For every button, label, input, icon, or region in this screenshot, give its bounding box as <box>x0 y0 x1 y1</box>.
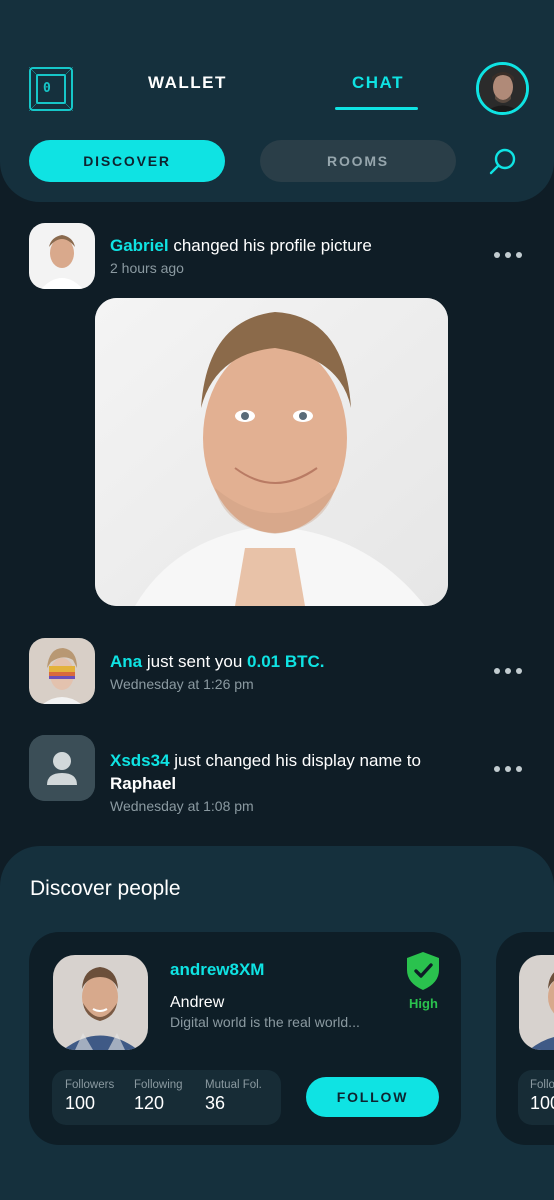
new-display-name: Raphael <box>110 774 177 793</box>
feed-text: Ana just sent you 0.01 BTC. <box>110 650 325 673</box>
card-display-name: Andrew <box>170 994 225 1011</box>
card-username[interactable]: andrew8XM <box>170 960 264 980</box>
search-icon[interactable] <box>488 146 518 176</box>
active-tab-indicator <box>335 107 418 110</box>
post-image[interactable] <box>95 298 448 606</box>
tab-chat[interactable]: CHAT <box>352 73 404 93</box>
feed-message: changed his profile picture <box>173 236 372 255</box>
stat-value: 100 <box>65 1093 96 1113</box>
stat-label: Follo <box>530 1079 554 1091</box>
follow-button[interactable]: FOLLOW <box>306 1077 439 1117</box>
stat-followers: Followers 100 <box>65 1079 114 1114</box>
feed-user-name[interactable]: Xsds34 <box>110 751 170 770</box>
feed-user-name[interactable]: Gabriel <box>110 236 169 255</box>
more-options-icon[interactable] <box>494 766 522 772</box>
stat-label: Mutual Fol. <box>205 1079 262 1091</box>
stat-following: Following 120 <box>134 1079 183 1114</box>
stat-value: 36 <box>205 1093 226 1113</box>
avatar-next-person[interactable] <box>519 955 554 1050</box>
filter-discover[interactable]: DISCOVER <box>29 140 225 182</box>
filter-rooms[interactable]: ROOMS <box>260 140 456 182</box>
discover-title: Discover people <box>30 877 181 900</box>
stat-mutual: Mutual Fol. 36 <box>205 1079 262 1114</box>
card-bio: Digital world is the real world... <box>170 1014 360 1030</box>
stat-label: Following <box>134 1079 183 1091</box>
avatar-placeholder-xsds34[interactable] <box>29 735 95 801</box>
stat-label: Followers <box>65 1079 115 1091</box>
logo-char: 0 <box>43 81 51 96</box>
trust-level-label: High <box>409 996 438 1011</box>
feed-text: Gabriel changed his profile picture <box>110 234 372 257</box>
feed-message: just changed his display name to <box>174 751 421 770</box>
feed-time: Wednesday at 1:26 pm <box>110 676 254 692</box>
feed-time: Wednesday at 1:08 pm <box>110 798 254 814</box>
btc-amount: 0.01 BTC. <box>247 652 325 671</box>
more-options-icon[interactable] <box>494 668 522 674</box>
tab-wallet[interactable]: WALLET <box>148 73 227 93</box>
feed-message: just sent you <box>146 652 243 671</box>
app-screen: 0 WALLET CHAT DISCOVER ROOMS Gabriel cha… <box>0 0 554 1200</box>
feed-time: 2 hours ago <box>110 260 184 276</box>
stat-value: 120 <box>134 1093 165 1113</box>
shield-check-icon <box>405 951 441 991</box>
avatar-ana[interactable] <box>29 638 95 704</box>
feed-text: Xsds34 just changed his display name to … <box>110 749 470 795</box>
more-options-icon[interactable] <box>494 252 522 258</box>
avatar-gabriel[interactable] <box>29 223 95 289</box>
user-avatar[interactable] <box>476 62 529 115</box>
app-logo-icon[interactable]: 0 <box>29 67 73 111</box>
feed-user-name[interactable]: Ana <box>110 652 142 671</box>
stat-value: 100 <box>530 1093 554 1113</box>
avatar-andrew[interactable] <box>53 955 148 1050</box>
user-placeholder-icon <box>29 735 95 801</box>
stats-box-next: Follo 100 <box>518 1070 554 1125</box>
